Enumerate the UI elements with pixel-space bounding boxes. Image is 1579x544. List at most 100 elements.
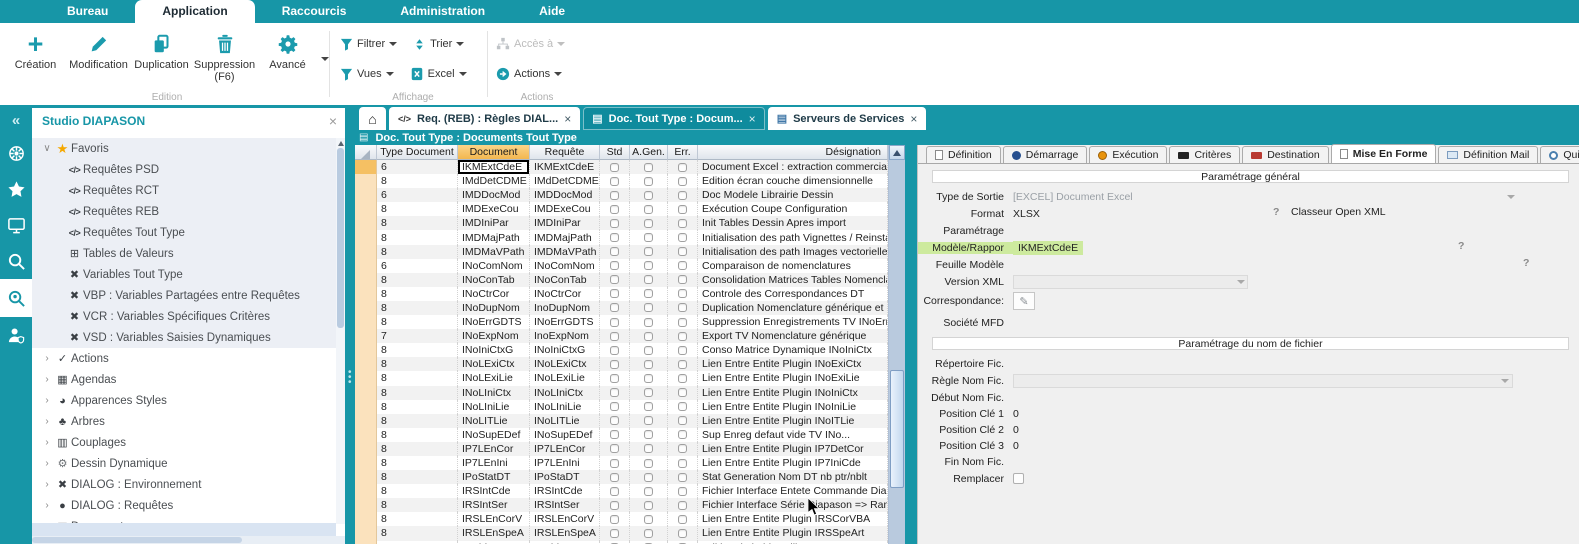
- tree-item[interactable]: › ▦ Agendas: [32, 369, 336, 390]
- agen-cell[interactable]: [630, 357, 668, 371]
- table-row[interactable]: 8 IPoStatDT IPoStaDT Stat Generation Nom…: [355, 470, 888, 484]
- designation-cell[interactable]: Comparaison de nomenclatures: [698, 259, 888, 273]
- row-selector-cell[interactable]: [355, 259, 377, 273]
- agen-cell[interactable]: [630, 230, 668, 244]
- favorites-rail-button[interactable]: [0, 171, 32, 207]
- societe-mfd-value[interactable]: [1013, 312, 1579, 334]
- expander-icon[interactable]: ›: [40, 416, 54, 427]
- table-row[interactable]: 8 INoErrGDTS INoErrGDTS Suppression Enre…: [355, 315, 888, 329]
- requete-cell[interactable]: IRSLEnSpeA: [530, 526, 600, 540]
- scrollbar-track[interactable]: [889, 160, 905, 544]
- err-cell[interactable]: [668, 400, 698, 414]
- type-document-cell[interactable]: 8: [377, 484, 458, 498]
- document-cell[interactable]: ISAidE: [458, 541, 530, 544]
- table-row[interactable]: 8 INoLExiCtx INoLExiCtx Lien Entre Entit…: [355, 357, 888, 371]
- row-selector-cell[interactable]: [355, 386, 377, 400]
- help-icon[interactable]: ?: [1458, 240, 1464, 252]
- table-row[interactable]: 8 IP7LEnCor IP7LEnCor Lien Entre Entite …: [355, 442, 888, 456]
- document-cell[interactable]: IKMExtCdeE: [458, 160, 530, 174]
- std-cell[interactable]: [600, 160, 630, 174]
- row-selector-cell[interactable]: [355, 216, 377, 230]
- std-cell[interactable]: [600, 456, 630, 470]
- document-cell[interactable]: IMDIniPar: [458, 216, 530, 230]
- requete-cell[interactable]: INoErrGDTS: [530, 315, 600, 329]
- requete-cell[interactable]: IRSLEnCorV: [530, 512, 600, 526]
- expander-icon[interactable]: ›: [40, 500, 54, 511]
- row-selector-cell[interactable]: [355, 174, 377, 188]
- document-cell[interactable]: INoExpNom: [458, 329, 530, 343]
- designation-cell[interactable]: Initialisation des path Images vectoriel…: [698, 245, 888, 259]
- err-cell[interactable]: [668, 456, 698, 470]
- std-cell[interactable]: [600, 442, 630, 456]
- dropdown-icon[interactable]: [554, 72, 562, 76]
- designation-cell[interactable]: Controle des Correspondances DT: [698, 287, 888, 301]
- table-row[interactable]: 8 INoConTab INoConTab Consolidation Matr…: [355, 273, 888, 287]
- table-row[interactable]: 8 INoCtrCor INoCtrCor Controle des Corre…: [355, 287, 888, 301]
- err-cell[interactable]: [668, 273, 698, 287]
- row-selector-cell[interactable]: [355, 428, 377, 442]
- err-cell[interactable]: [668, 287, 698, 301]
- err-cell[interactable]: [668, 386, 698, 400]
- std-cell[interactable]: [600, 329, 630, 343]
- table-row[interactable]: 8 ISAidE ISAidE Edition de l'Aide Utilis…: [355, 541, 888, 544]
- err-cell[interactable]: [668, 498, 698, 512]
- agen-cell[interactable]: [630, 202, 668, 216]
- document-tab[interactable]: ▤ Doc. Tout Type : Docum... ×: [583, 107, 764, 130]
- fin-nom-value[interactable]: [1013, 454, 1579, 470]
- type-document-cell[interactable]: 8: [377, 470, 458, 484]
- std-cell[interactable]: [600, 273, 630, 287]
- err-cell[interactable]: [668, 470, 698, 484]
- std-cell[interactable]: [600, 414, 630, 428]
- views-button[interactable]: Vues: [338, 62, 396, 86]
- row-selector-cell[interactable]: [355, 202, 377, 216]
- table-row[interactable]: 8 INoLExiLie INoLExiLie Lien Entre Entit…: [355, 371, 888, 385]
- document-cell[interactable]: INoDupNom: [458, 301, 530, 315]
- type-document-cell[interactable]: 8: [377, 174, 458, 188]
- detail-tab[interactable]: Critères: [1169, 146, 1240, 163]
- type-document-cell[interactable]: 8: [377, 400, 458, 414]
- row-selector-cell[interactable]: [355, 245, 377, 259]
- err-cell[interactable]: [668, 414, 698, 428]
- std-cell[interactable]: [600, 245, 630, 259]
- agen-cell[interactable]: [630, 259, 668, 273]
- document-cell[interactable]: IRSIntCde: [458, 484, 530, 498]
- document-cell[interactable]: INoLIniCtx: [458, 386, 530, 400]
- type-document-cell[interactable]: 8: [377, 273, 458, 287]
- document-cell[interactable]: INoLIniLie: [458, 400, 530, 414]
- expander-icon[interactable]: ›: [40, 479, 54, 490]
- type-document-cell[interactable]: 8: [377, 301, 458, 315]
- modify-button[interactable]: Modification: [67, 29, 130, 71]
- agen-cell[interactable]: [630, 386, 668, 400]
- row-selector-cell[interactable]: [355, 498, 377, 512]
- document-cell[interactable]: IRSIntSer: [458, 498, 530, 512]
- requete-cell[interactable]: IP7LEnIni: [530, 456, 600, 470]
- tree-item[interactable]: › ✓ Actions: [32, 348, 336, 369]
- designation-cell[interactable]: Lien Entre Entite Plugin INoITLie: [698, 414, 888, 428]
- requete-cell[interactable]: INoConTab: [530, 273, 600, 287]
- agen-cell[interactable]: [630, 273, 668, 287]
- repertoire-value[interactable]: [1013, 355, 1579, 372]
- filter-button[interactable]: Filtrer: [338, 32, 399, 56]
- column-header-document[interactable]: Document: [458, 145, 530, 160]
- expander-icon[interactable]: ›: [40, 395, 54, 406]
- type-document-cell[interactable]: 8: [377, 526, 458, 540]
- version-xml-select[interactable]: [1013, 275, 1248, 289]
- table-row[interactable]: 8 INoLIniCtx INoLIniCtx Lien Entre Entit…: [355, 386, 888, 400]
- detail-tab[interactable]: Destination: [1242, 146, 1329, 163]
- agen-cell[interactable]: [630, 343, 668, 357]
- document-cell[interactable]: INoLITLie: [458, 414, 530, 428]
- document-cell[interactable]: IP7LEnIni: [458, 456, 530, 470]
- row-selector-cell[interactable]: [355, 484, 377, 498]
- designation-cell[interactable]: Lien Entre Entite Plugin INoExiCtx: [698, 357, 888, 371]
- type-document-cell[interactable]: 6: [377, 160, 458, 174]
- excel-button[interactable]: Excel: [408, 62, 469, 86]
- document-tab[interactable]: ▤ Serveurs de Services ×: [768, 107, 927, 130]
- document-cell[interactable]: INoLExiLie: [458, 371, 530, 385]
- table-row[interactable]: 8 INoIniCtxG INoIniCtxG Conso Matrice Dy…: [355, 343, 888, 357]
- std-cell[interactable]: [600, 357, 630, 371]
- expander-icon[interactable]: ›: [40, 374, 54, 385]
- table-row[interactable]: 8 IMDMaVPath IMDMaVPath Initialisation d…: [355, 245, 888, 259]
- row-selector-cell[interactable]: [355, 371, 377, 385]
- designation-cell[interactable]: Lien Entre Entite Plugin INoIniCtx: [698, 386, 888, 400]
- requete-cell[interactable]: INoLIniCtx: [530, 386, 600, 400]
